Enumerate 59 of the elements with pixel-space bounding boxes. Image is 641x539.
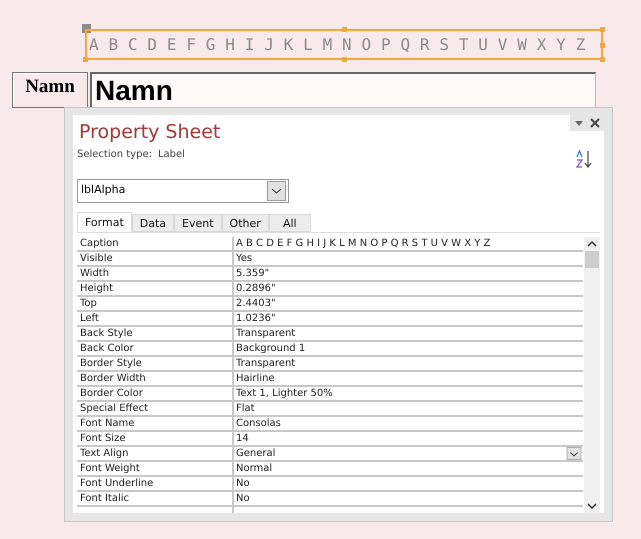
property-value[interactable]: A B C D E F G H I J K L M N O P Q R S T U V W X Y Z (234, 237, 583, 250)
property-name: Font Underline (77, 477, 234, 490)
property-tab[interactable]: Format (77, 212, 132, 232)
property-name: Special Effect (77, 402, 234, 415)
property-tab[interactable]: Data (132, 214, 174, 232)
property-name: Back Style (77, 327, 234, 340)
sizing-handle[interactable] (600, 27, 605, 32)
property-name: Left (77, 312, 234, 325)
property-value[interactable]: Hairline (234, 372, 583, 385)
sort-az-icon[interactable] (576, 149, 592, 169)
vertical-scrollbar[interactable] (584, 237, 600, 513)
sizing-handle[interactable] (600, 43, 605, 48)
sizing-handle[interactable] (83, 57, 88, 62)
property-name: Back Color (77, 342, 234, 355)
property-name: Text Align (77, 447, 234, 460)
property-value[interactable]: No (234, 477, 583, 490)
property-tab[interactable]: Other (222, 214, 269, 232)
property-name: Height (77, 282, 234, 295)
property-name: Width (77, 267, 234, 280)
property-value[interactable]: Yes (234, 252, 583, 265)
form-label[interactable]: Namn (12, 72, 88, 108)
property-value[interactable]: Transparent (234, 327, 583, 340)
property-name: Font Italic (77, 492, 234, 505)
scroll-thumb[interactable] (585, 251, 599, 268)
property-value[interactable]: 2.4403" (234, 297, 583, 310)
property-name: Visible (77, 252, 234, 265)
property-name: Top (77, 297, 234, 310)
property-value[interactable]: No (234, 492, 583, 505)
property-value[interactable]: Text 1, Lighter 50% (234, 387, 583, 400)
sizing-handle[interactable] (600, 57, 605, 62)
property-value[interactable]: 1.0236" (234, 312, 583, 325)
property-value[interactable]: 0.2896" (234, 282, 583, 295)
property-name: Border Color (77, 387, 234, 400)
property-value[interactable]: Background 1 (234, 342, 583, 355)
property-name: Font Weight (77, 462, 234, 475)
property-name: Font Size (77, 432, 234, 445)
property-name: Caption (77, 237, 234, 250)
sizing-handle[interactable] (342, 57, 347, 62)
property-value[interactable]: General (234, 447, 583, 460)
chevron-down-icon[interactable] (267, 181, 286, 201)
panel-title: Property Sheet (78, 120, 220, 145)
property-value[interactable]: 5.359" (234, 267, 583, 280)
property-name: Border Width (77, 372, 234, 385)
selection-type-label: Selection type: (77, 149, 152, 160)
label-caption: A B C D E F G H I J K L M N O P Q R S T U V W X Y Z (88, 35, 586, 54)
property-name: Border Style (77, 357, 234, 370)
sizing-handle[interactable] (342, 27, 347, 32)
chevron-down-icon[interactable] (566, 447, 582, 460)
selection-type-value: Label (158, 149, 185, 160)
property-tab[interactable]: Event (174, 214, 222, 232)
property-value[interactable]: 14 (234, 432, 583, 445)
property-value[interactable]: Transparent (234, 357, 583, 370)
property-value[interactable]: Flat (234, 402, 583, 415)
close-icon[interactable] (589, 117, 601, 129)
property-value[interactable]: Normal (234, 462, 583, 475)
property-value[interactable]: Consolas (234, 417, 583, 430)
property-name: Font Name (77, 417, 234, 430)
property-tab[interactable]: All (268, 214, 311, 232)
object-combo-box[interactable]: lblAlpha (77, 179, 289, 203)
